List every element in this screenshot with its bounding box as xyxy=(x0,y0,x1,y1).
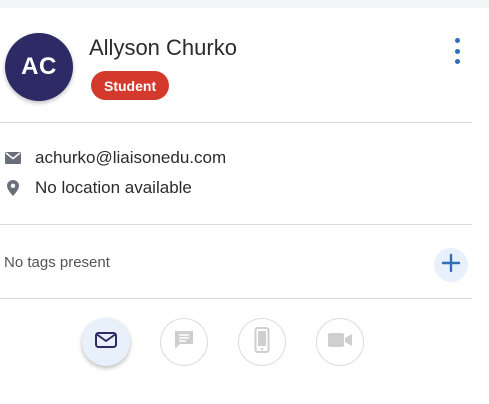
tags-empty-text: No tags present xyxy=(4,254,110,271)
avatar: AC xyxy=(5,33,73,101)
chat-action-button[interactable] xyxy=(160,318,208,366)
contact-actions xyxy=(82,318,364,366)
email-row: achurko@liaisonedu.com xyxy=(5,148,226,168)
envelope-icon xyxy=(5,150,21,166)
contact-card: AC Allyson Churko Student achurko@liaiso… xyxy=(0,8,489,404)
contact-name: Allyson Churko xyxy=(89,35,237,60)
email-text[interactable]: achurko@liaisonedu.com xyxy=(35,148,226,168)
location-text: No location available xyxy=(35,178,192,197)
divider xyxy=(0,122,472,123)
more-options-button[interactable] xyxy=(450,38,464,64)
add-tag-button[interactable] xyxy=(434,248,468,282)
email-action-button[interactable] xyxy=(82,318,130,366)
location-row: No location available xyxy=(5,178,192,198)
phone-action-button[interactable] xyxy=(238,318,286,366)
more-vertical-icon xyxy=(454,38,460,43)
divider xyxy=(0,298,472,299)
video-action-button[interactable] xyxy=(316,318,364,366)
role-badge: Student xyxy=(91,71,170,100)
map-pin-icon xyxy=(5,180,21,196)
email-icon xyxy=(95,331,117,353)
video-icon xyxy=(327,331,353,354)
phone-icon xyxy=(254,326,270,358)
plus-icon xyxy=(441,253,461,278)
divider xyxy=(0,224,472,225)
chat-icon xyxy=(173,329,195,356)
